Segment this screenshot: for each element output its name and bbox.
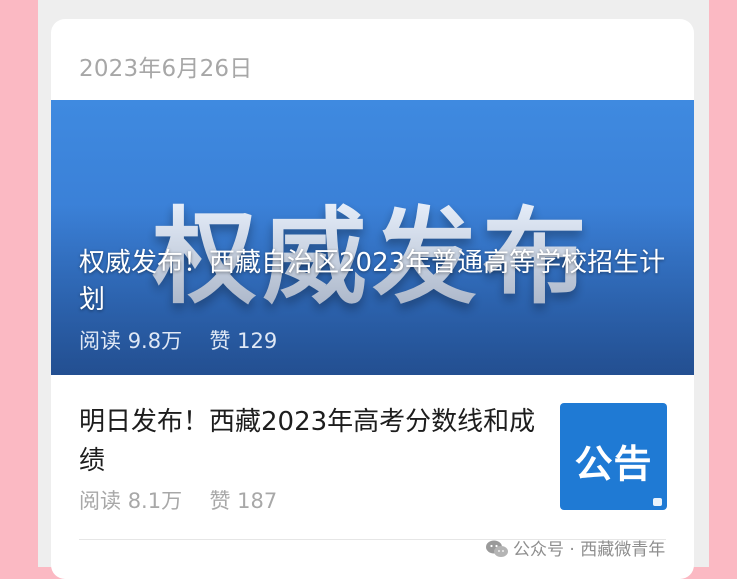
account-watermark: 公众号 · 西藏微青年 bbox=[485, 535, 665, 564]
wechat-icon bbox=[485, 539, 509, 564]
like-label: 赞 bbox=[209, 329, 231, 353]
hero-article-title: 权威发布！西藏自治区2023年普通高等学校招生计划 bbox=[79, 248, 666, 315]
thumbnail-corner-mark bbox=[653, 498, 662, 506]
read-label: 阅读 bbox=[79, 489, 121, 513]
like-count: 129 bbox=[237, 329, 278, 353]
publish-date: 2023年6月26日 bbox=[79, 56, 253, 82]
read-count: 9.8万 bbox=[127, 329, 183, 353]
article-title: 明日发布！西藏2023年高考分数线和成绩 bbox=[79, 407, 536, 476]
read-label: 阅读 bbox=[79, 329, 121, 353]
hero-article-stats: 阅读 9.8万 赞 129 bbox=[79, 325, 277, 355]
watermark-text: 公众号 · 西藏微青年 bbox=[513, 540, 666, 560]
article-stats: 阅读 8.1万 赞 187 bbox=[79, 485, 277, 515]
read-count: 8.1万 bbox=[127, 489, 183, 513]
article-card: 2023年6月26日 权威发布 权威发布！西藏自治区2023年普通高等学校招生计… bbox=[51, 19, 694, 579]
like-count: 187 bbox=[237, 489, 278, 513]
list-item-article[interactable]: 明日发布！西藏2023年高考分数线和成绩 阅读 8.1万 赞 187 公告 bbox=[51, 375, 694, 545]
thumbnail-text: 公告 bbox=[574, 442, 653, 486]
article-thumbnail: 公告 bbox=[560, 403, 667, 510]
like-label: 赞 bbox=[209, 489, 231, 513]
hero-article[interactable]: 权威发布 权威发布！西藏自治区2023年普通高等学校招生计划 阅读 9.8万 赞… bbox=[51, 100, 694, 375]
